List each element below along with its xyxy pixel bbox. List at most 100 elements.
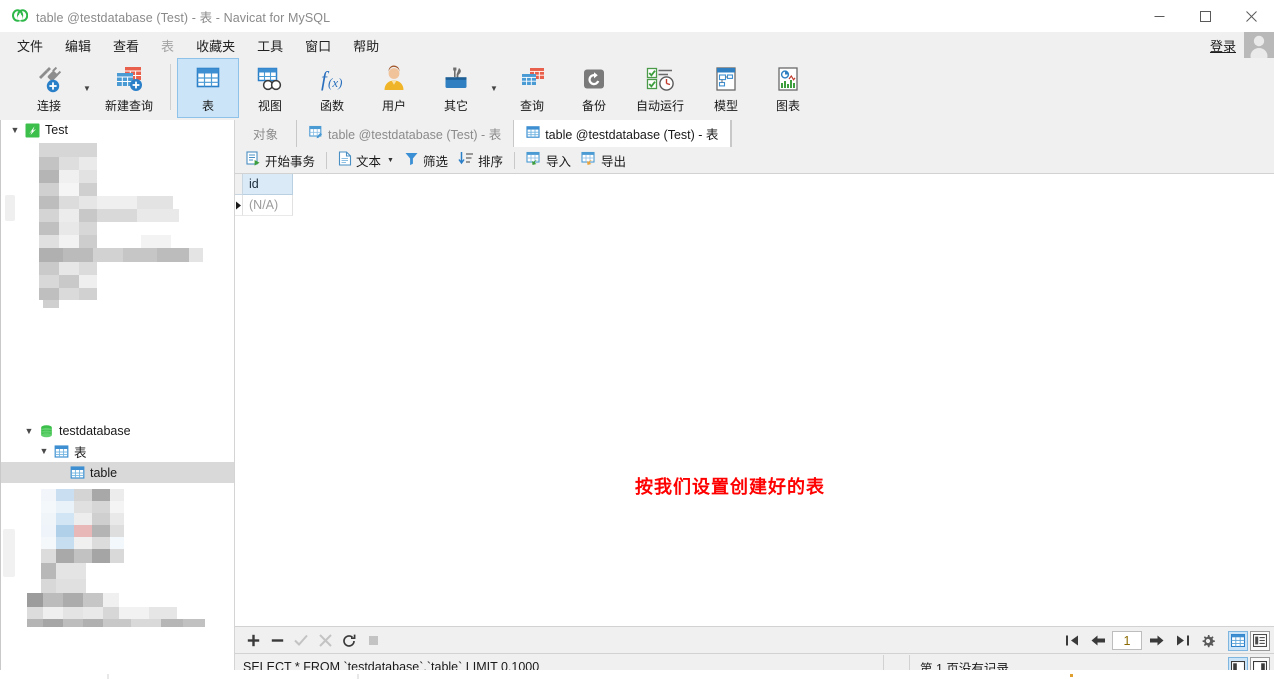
chevron-down-icon[interactable]: ▼ [21, 426, 37, 436]
connection-green-icon [23, 123, 41, 138]
connection-icon [33, 62, 65, 96]
export-label: 导出 [601, 154, 627, 169]
tree-connection-test[interactable]: ▼ Test [1, 120, 234, 140]
table-row[interactable]: (N/A) [235, 195, 1274, 216]
ribbon-model-label: 模型 [713, 99, 738, 113]
menu-tools[interactable]: 工具 [248, 33, 292, 58]
ribbon-view[interactable]: 视图 [239, 58, 301, 118]
ribbon-connection-label: 连接 [36, 99, 61, 113]
refresh-button[interactable] [337, 630, 361, 652]
tree-table-table[interactable]: table [1, 462, 234, 483]
others-icon [441, 62, 471, 96]
close-button[interactable] [1228, 0, 1274, 32]
ribbon-new-query[interactable]: 新建查询 [94, 58, 164, 118]
chevron-down-icon[interactable]: ▼ [387, 157, 394, 164]
grid-toolbar: 开始事务 文本 ▼ 筛选 排序 导入 导出 [235, 147, 1274, 174]
cancel-change-button [313, 630, 337, 652]
menu-table: 表 [161, 38, 175, 54]
background-window-sliver [0, 670, 1274, 679]
filter-icon [404, 151, 419, 169]
next-page-icon[interactable] [1144, 630, 1168, 652]
filter-button[interactable]: 筛选 [399, 149, 453, 172]
ribbon-automation[interactable]: 自动运行 [625, 58, 695, 118]
first-page-icon[interactable] [1060, 630, 1084, 652]
ribbon-query-label: 查询 [519, 99, 544, 113]
table-icon [68, 465, 86, 480]
tree-table-table-label: table [90, 465, 118, 480]
ribbon-divider-1 [170, 64, 171, 110]
menu-edit[interactable]: 编辑 [56, 33, 100, 58]
tree-folder-tables[interactable]: ▼ 表 [1, 441, 234, 461]
tab-strip-filler [731, 120, 1274, 147]
ribbon-user-label: 用户 [381, 99, 406, 113]
sort-label: 排序 [477, 154, 503, 169]
sort-button[interactable]: 排序 [453, 149, 508, 172]
filter-label: 筛选 [422, 154, 448, 169]
ribbon-model[interactable]: 模型 [695, 58, 757, 118]
model-icon [712, 62, 740, 96]
ribbon-view-label: 视图 [257, 99, 282, 113]
chevron-down-icon[interactable]: ▼ [36, 446, 52, 456]
ribbon-backup[interactable]: 备份 [563, 58, 625, 118]
ribbon-table[interactable]: 表 [177, 58, 239, 118]
grid-toolbar-divider-2 [514, 151, 515, 169]
menu-help[interactable]: 帮助 [344, 33, 388, 58]
import-icon [526, 151, 542, 169]
begin-transaction-button[interactable]: 开始事务 [241, 149, 320, 172]
chevron-down-icon[interactable]: ▼ [7, 125, 23, 135]
blurred-tree-region-lower [1, 483, 234, 628]
automation-icon [644, 62, 676, 96]
table-icon [194, 62, 222, 96]
menu-file[interactable]: 文件 [8, 33, 52, 58]
add-record-button[interactable] [241, 630, 265, 652]
menu-favorites[interactable]: 收藏夹 [187, 33, 244, 58]
menu-view[interactable]: 查看 [104, 33, 148, 58]
ribbon-query[interactable]: 查询 [501, 58, 563, 118]
tab-table-data[interactable]: table @testdatabase (Test) - 表 [514, 120, 732, 148]
navigation-sidebar[interactable]: ▼ Test ▼ testdatabase ▼ 表 table [0, 120, 235, 679]
pager-settings-icon[interactable] [1196, 630, 1220, 652]
current-row-arrow [235, 195, 243, 216]
ribbon-function[interactable]: f (x) 函数 [301, 58, 363, 118]
ribbon-others-caret[interactable]: ▼ [487, 58, 501, 118]
grid-toolbar-divider-1 [326, 151, 328, 169]
ribbon-user[interactable]: 用户 [363, 58, 425, 118]
ribbon-backup-label: 备份 [581, 99, 606, 113]
avatar[interactable] [1244, 32, 1274, 58]
export-button[interactable]: 导出 [576, 149, 631, 172]
last-page-icon[interactable] [1170, 630, 1194, 652]
menu-window[interactable]: 窗口 [296, 33, 340, 58]
minimize-button[interactable] [1136, 0, 1182, 32]
text-label: 文本 [356, 154, 382, 169]
ribbon-chart-label: 图表 [775, 99, 800, 113]
tab-table-design[interactable]: table @testdatabase (Test) - 表 [297, 120, 515, 147]
tree-connection-test-label: Test [45, 123, 68, 137]
text-button[interactable]: 文本 ▼ [333, 149, 399, 172]
tab-objects[interactable]: 对象 [235, 120, 298, 147]
grid-column-header-id[interactable]: id [243, 174, 293, 195]
user-icon [380, 62, 408, 96]
ribbon-connection[interactable]: 连接 [18, 58, 80, 118]
prev-page-icon[interactable] [1086, 630, 1110, 652]
navicat-window: table @testdatabase (Test) - 表 - Navicat… [0, 0, 1274, 679]
new-query-icon [113, 62, 145, 96]
grid-view-toggle[interactable] [1228, 630, 1248, 651]
import-button[interactable]: 导入 [521, 149, 576, 172]
grid-header-corner [235, 174, 243, 195]
grid-cell-id[interactable]: (N/A) [243, 195, 293, 216]
form-view-toggle[interactable] [1250, 630, 1270, 651]
grid-header-row: id [235, 174, 1274, 195]
tree-database-testdatabase[interactable]: ▼ testdatabase [1, 421, 234, 441]
data-grid[interactable]: id (N/A) 按我们设置创建好的表 [235, 174, 1274, 646]
ribbon-function-label: 函数 [319, 99, 344, 113]
login-link[interactable]: 登录 [1210, 36, 1236, 55]
page-number-input[interactable]: 1 [1112, 631, 1142, 650]
delete-record-button[interactable] [265, 630, 289, 652]
menu-bar: 文件 编辑 查看 表 收藏夹 工具 窗口 帮助 登录 [0, 32, 1274, 58]
ribbon-chart[interactable]: 图表 [757, 58, 819, 118]
table-data-icon [526, 125, 540, 142]
ribbon-others[interactable]: 其它 [425, 58, 487, 118]
ribbon-connection-caret[interactable]: ▼ [80, 58, 94, 118]
menubar-right-group: 登录 [1210, 32, 1274, 58]
maximize-button[interactable] [1182, 0, 1228, 32]
